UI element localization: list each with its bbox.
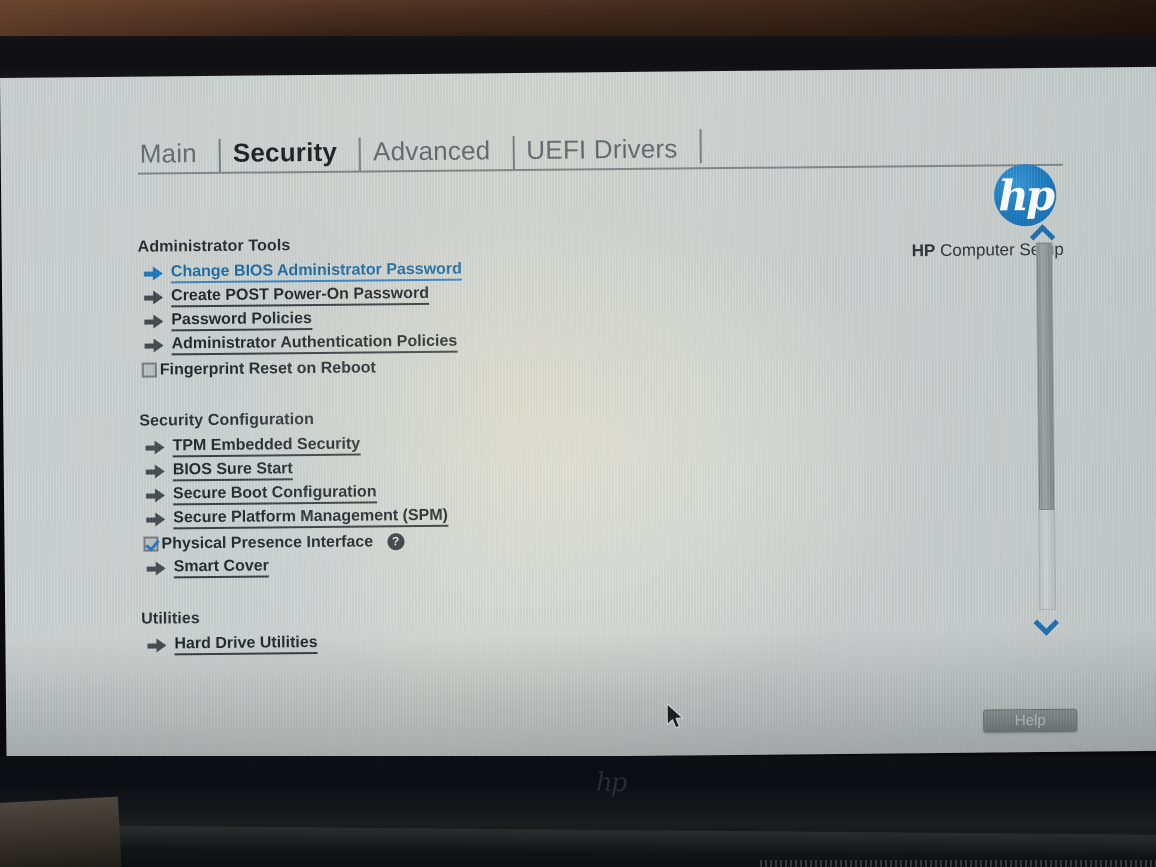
arrow-right-icon bbox=[147, 638, 169, 653]
hp-logo: hp bbox=[993, 163, 1057, 227]
arrow-right-icon bbox=[145, 440, 167, 455]
mouse-pointer-icon bbox=[666, 703, 684, 729]
menu-item-hard-drive-utilities[interactable]: Hard Drive Utilities bbox=[141, 626, 901, 657]
tab-label: Main bbox=[139, 138, 198, 169]
tab-security[interactable]: Security bbox=[218, 136, 360, 174]
menu-item-label: Create POST Power-On Password bbox=[171, 284, 430, 308]
tab-uefi-drivers[interactable]: UEFI Drivers bbox=[512, 133, 700, 171]
tab-separator bbox=[358, 137, 362, 172]
arrow-right-icon bbox=[145, 464, 168, 479]
laptop-screen: Main Security Advanced UEFI Drivers hp H… bbox=[0, 66, 1156, 762]
tab-separator bbox=[218, 138, 222, 173]
menu-item-label: Change BIOS Administrator Password bbox=[170, 260, 462, 284]
scrollbar-track[interactable] bbox=[1035, 241, 1057, 611]
chevron-down-icon[interactable] bbox=[1027, 610, 1067, 636]
help-question-icon[interactable]: ? bbox=[387, 533, 405, 551]
tab-label: Advanced bbox=[372, 135, 491, 167]
help-button[interactable]: Help bbox=[983, 708, 1078, 733]
menu-item-label: Fingerprint Reset on Reboot bbox=[159, 359, 376, 379]
menu-item-label: BIOS Sure Start bbox=[172, 460, 293, 482]
arrow-right-icon bbox=[145, 488, 168, 503]
hp-logo-circle: hp bbox=[993, 163, 1057, 227]
speaker-grille bbox=[760, 860, 1156, 867]
arrow-right-icon bbox=[146, 512, 168, 527]
checkbox-checked-icon[interactable] bbox=[143, 536, 159, 552]
menu-item-label: Physical Presence Interface bbox=[161, 533, 374, 553]
arrow-right-icon bbox=[144, 338, 167, 353]
tab-bar: Main Security Advanced UEFI Drivers bbox=[137, 120, 1063, 177]
group-utilities: Utilities Hard Drive Utilities bbox=[141, 603, 901, 657]
settings-menu: Administrator Tools Change BIOS Administ… bbox=[138, 231, 902, 657]
group-security-configuration: Security Configuration TPM Embedded Secu… bbox=[139, 405, 901, 580]
checkbox-unchecked-icon[interactable] bbox=[141, 362, 157, 378]
hp-bezel-logo: hp bbox=[596, 768, 627, 798]
photo-of-laptop-screen: Main Security Advanced UEFI Drivers hp H… bbox=[0, 0, 1156, 867]
arrow-right-icon bbox=[146, 561, 169, 576]
tab-separator bbox=[512, 136, 515, 171]
tab-separator-end bbox=[699, 129, 702, 164]
laptop-hinge bbox=[69, 825, 1156, 857]
menu-item-label: Administrator Authentication Policies bbox=[171, 332, 458, 356]
menu-item-label: Password Policies bbox=[171, 310, 312, 332]
scrollbar-thumb[interactable] bbox=[1036, 242, 1055, 511]
menu-item-label: Smart Cover bbox=[173, 557, 269, 579]
menu-item-label: TPM Embedded Security bbox=[172, 435, 361, 458]
arrow-right-icon bbox=[144, 314, 166, 329]
page-title-brand: HP bbox=[911, 241, 936, 261]
desk-surface bbox=[0, 0, 1156, 38]
tab-label: UEFI Drivers bbox=[526, 133, 678, 165]
desk-edge bbox=[0, 796, 123, 867]
group-title: Administrator Tools bbox=[137, 237, 291, 256]
laptop-bottom-bezel: hp bbox=[0, 756, 1156, 867]
tab-main[interactable]: Main bbox=[138, 138, 219, 175]
arrow-right-icon bbox=[144, 290, 166, 305]
tab-advanced[interactable]: Advanced bbox=[358, 135, 513, 172]
menu-item-label: Secure Platform Management (SPM) bbox=[173, 506, 449, 530]
hp-logo-glyph: hp bbox=[997, 170, 1053, 221]
menu-item-label: Secure Boot Configuration bbox=[172, 483, 377, 506]
chevron-up-icon[interactable] bbox=[1023, 220, 1063, 250]
tab-label: Security bbox=[232, 136, 338, 168]
arrow-right-icon bbox=[143, 266, 166, 281]
group-administrator-tools: Administrator Tools Change BIOS Administ… bbox=[138, 231, 899, 382]
menu-item-label: Hard Drive Utilities bbox=[174, 633, 318, 656]
vertical-scrollbar[interactable] bbox=[1023, 220, 1067, 636]
